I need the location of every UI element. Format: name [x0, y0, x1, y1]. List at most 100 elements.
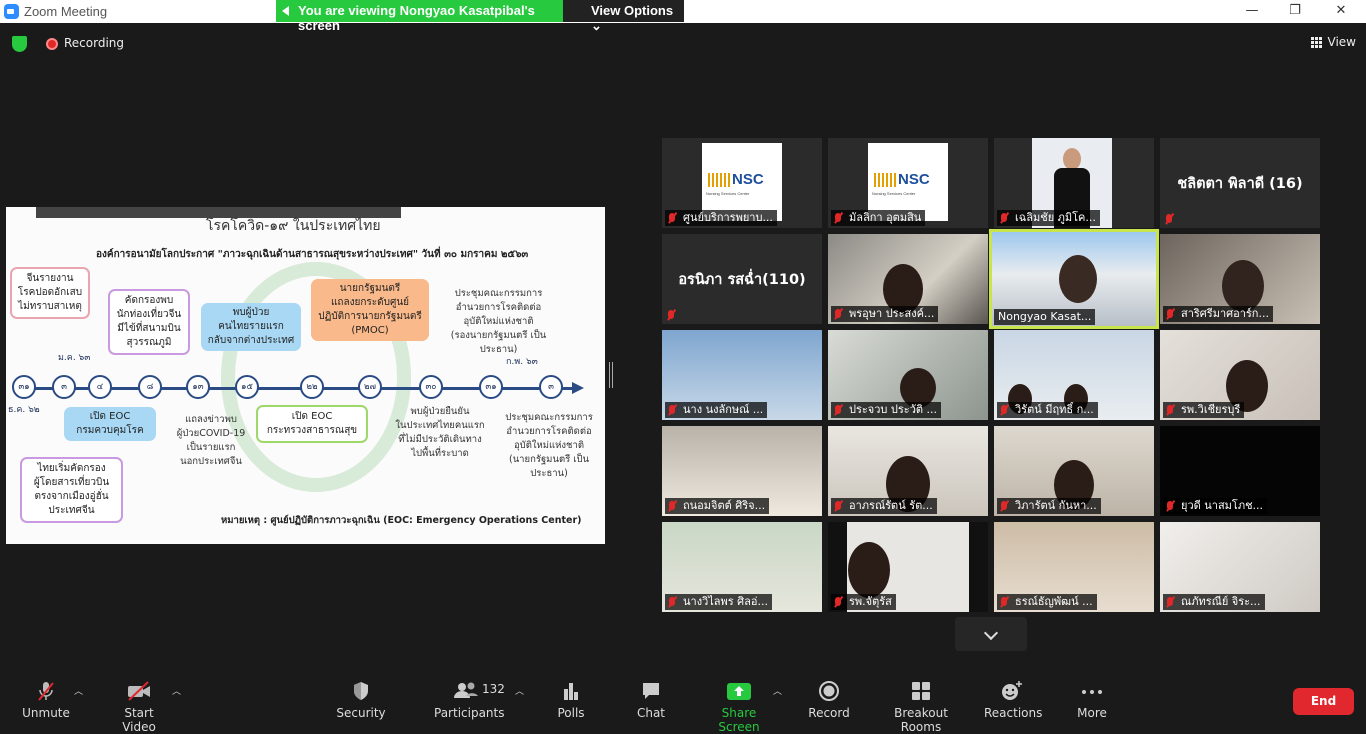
participant-tile[interactable]: NSC Nursing Services Center มัลลิกา อุตมส… [828, 138, 988, 228]
timeline-node: ๓๑ [479, 375, 503, 399]
participant-name: วิภารัตน์ กันหา... [997, 498, 1101, 514]
muted-mic-icon [835, 501, 841, 510]
timeline-node: ๓ [52, 375, 76, 399]
participant-tile[interactable]: ชลิตตา พิลาดี (16) [1160, 138, 1320, 228]
share-options-chevron-icon[interactable]: ︿ [773, 684, 782, 697]
participant-tile[interactable]: NSC Nursing Services Center ศูนย์บริการพย… [662, 138, 822, 228]
share-banner: You are viewing Nongyao Kasatpibal's scr… [276, 0, 684, 33]
participant-tile[interactable]: ธรณ์ธัญพัฒน์ ... [994, 522, 1154, 612]
unmute-label: Unmute [22, 706, 70, 720]
event-box-airport-screening: คัดกรองพบ นักท่องเที่ยวจีน มีไข้ที่สนามบ… [108, 289, 190, 355]
participant-tile[interactable]: ประจวบ ประวัติ ... [828, 330, 988, 420]
participant-face [1059, 255, 1097, 303]
participant-tile[interactable]: รพ.วิเชียรบุรี [1160, 330, 1320, 420]
event-box-china-report: จีนรายงาน โรคปอดอักเสบ ไม่ทราบสาเหตุ [10, 267, 90, 319]
participant-name: มัลลิกา อุตมสิน [831, 210, 926, 226]
muted-mic-icon [1167, 405, 1173, 414]
participant-tile[interactable]: เฉลิมชัย ภูมิโค... [994, 138, 1154, 228]
event-box-eoc-moph: เปิด EOC กระทรวงสาธารณสุข [256, 405, 368, 443]
share-screen-arrow-icon [702, 680, 776, 702]
timeline-node: ๘ [138, 375, 162, 399]
reactions-button[interactable]: Reactions [984, 680, 1042, 720]
participant-tile[interactable]: วิภารัตน์ กันหา... [994, 426, 1154, 516]
participant-tile[interactable]: นางวิไลพร ศิลอ่... [662, 522, 822, 612]
video-options-chevron-icon[interactable]: ︿ [172, 684, 181, 697]
more-button[interactable]: More [1074, 680, 1110, 720]
security-shield-icon [336, 680, 386, 702]
chat-label: Chat [636, 706, 666, 720]
participant-name: วิรัตน์ มีฤทธิ์ ก... [997, 402, 1098, 418]
participant-tile[interactable]: พรอุษา ประสงค์... [828, 234, 988, 324]
minimize-button[interactable]: — [1239, 2, 1265, 20]
breakout-rooms-button[interactable]: Breakout Rooms [876, 680, 966, 734]
participant-tile[interactable]: อรนิภา รสฉ่ำ(110) [662, 234, 822, 324]
security-label: Security [336, 706, 386, 720]
participant-tile[interactable]: สาริศรีมาศอาร์ก... [1160, 234, 1320, 324]
muted-mic-icon [1166, 214, 1172, 223]
month-label-dec: ธ.ค. ๖๒ [8, 405, 40, 415]
gallery-next-page-button[interactable] [955, 617, 1027, 651]
timeline-node: ๔ [88, 375, 112, 399]
shared-screen[interactable]: โรคโควิด-๑๙ ในประเทศไทย องค์การอนามัยโลก… [6, 207, 605, 544]
participant-name: อาภรณ์รัตน์ รัต... [831, 498, 937, 514]
muted-mic-icon [669, 501, 675, 510]
participant-tile-active-speaker[interactable]: Nongyao Kasat... [989, 229, 1159, 329]
meeting-toolbar: Unmute ︿ Start Video ︿ Security Particip… [0, 664, 1366, 734]
view-button[interactable]: View [1310, 35, 1356, 49]
muted-mic-icon [669, 213, 675, 222]
timeline-node: ๒๗ [358, 375, 382, 399]
start-video-button[interactable]: Start Video [106, 680, 172, 734]
end-meeting-button[interactable]: End [1293, 688, 1354, 715]
record-label: Record [808, 706, 850, 720]
event-text-local-transmission: พบผู้ป่วยยืนยัน ในประเทศไทยคนแรก ที่ไม่ม… [395, 406, 485, 459]
close-button[interactable]: ✕ [1328, 2, 1354, 20]
participant-tile[interactable]: ณภัทรณีย์ จิระ... [1160, 522, 1320, 612]
participant-name: ศูนย์บริการพยาบ... [665, 210, 777, 226]
participant-tile[interactable]: รพ.จัตุรัส [828, 522, 988, 612]
event-text-first-case-outside-china: แถลงข่าวพบ ผู้ป่วยCOVID-19 เป็นรายแรก นอ… [176, 414, 246, 467]
recording-label[interactable]: Recording [64, 36, 124, 50]
participant-tile[interactable]: อาภรณ์รัตน์ รัต... [828, 426, 988, 516]
timeline-node: ๑๓ [186, 375, 210, 399]
chat-button[interactable]: Chat [636, 680, 666, 720]
more-ellipsis-icon [1074, 680, 1110, 702]
encryption-shield-icon[interactable] [12, 36, 27, 52]
breakout-rooms-label: Breakout Rooms [894, 706, 948, 734]
security-button[interactable]: Security [336, 680, 386, 720]
slide-subheader: องค์การอนามัยโลกประกาศ "ภาวะฉุกเฉินด้านส… [96, 249, 529, 260]
participant-tile[interactable]: นาง นงลักษณ์ ... [662, 330, 822, 420]
participant-tile[interactable]: วิรัตน์ มีฤทธิ์ ก... [994, 330, 1154, 420]
muted-mic-icon [668, 310, 674, 319]
grid-icon [1310, 36, 1322, 48]
start-video-label: Start Video [122, 706, 156, 734]
participant-name: รพ.วิเชียรบุรี [1163, 402, 1245, 418]
share-screen-button[interactable]: Share Screen [702, 680, 776, 734]
view-options-button[interactable]: View Options ⌄ [563, 0, 684, 33]
event-box-eoc-ddc: เปิด EOC กรมควบคุมโรค [64, 407, 156, 441]
window-title: Zoom Meeting [24, 4, 108, 19]
timeline-node: ๑๕ [235, 375, 259, 399]
muted-mic-icon [1001, 501, 1007, 510]
participant-tile[interactable]: ถนอมจิตต์ ศิริจ... [662, 426, 822, 516]
unmute-button[interactable]: Unmute [20, 680, 72, 720]
muted-mic-icon [835, 309, 841, 318]
meeting-topbar: Recording View [0, 23, 1366, 65]
polls-button[interactable]: Polls [555, 680, 587, 720]
event-text-committee-2: ประชุมคณะกรรมการ อำนวยการโรคติดต่อ อุบัต… [505, 412, 593, 479]
smiley-plus-icon [984, 680, 1040, 702]
month-label-jan: ม.ค. ๖๓ [58, 353, 91, 363]
record-button[interactable]: Record [808, 680, 850, 720]
restore-button[interactable]: ❐ [1282, 2, 1308, 20]
video-off-icon [106, 680, 172, 702]
participant-tile[interactable]: ยุวดี นาสมโภช... [1160, 426, 1320, 516]
chat-icon [636, 680, 666, 702]
participant-name: นาง นงลักษณ์ ... [665, 402, 768, 418]
polls-icon [555, 680, 587, 702]
record-icon [808, 680, 850, 702]
participant-name: ยุวดี นาสมโภช... [1163, 498, 1268, 514]
timeline-node: ๒๒ [300, 375, 324, 399]
split-resize-handle[interactable] [609, 362, 613, 388]
audio-options-chevron-icon[interactable]: ︿ [74, 684, 83, 697]
participants-options-chevron-icon[interactable]: ︿ [515, 684, 524, 697]
muted-mic-icon [1167, 309, 1173, 318]
